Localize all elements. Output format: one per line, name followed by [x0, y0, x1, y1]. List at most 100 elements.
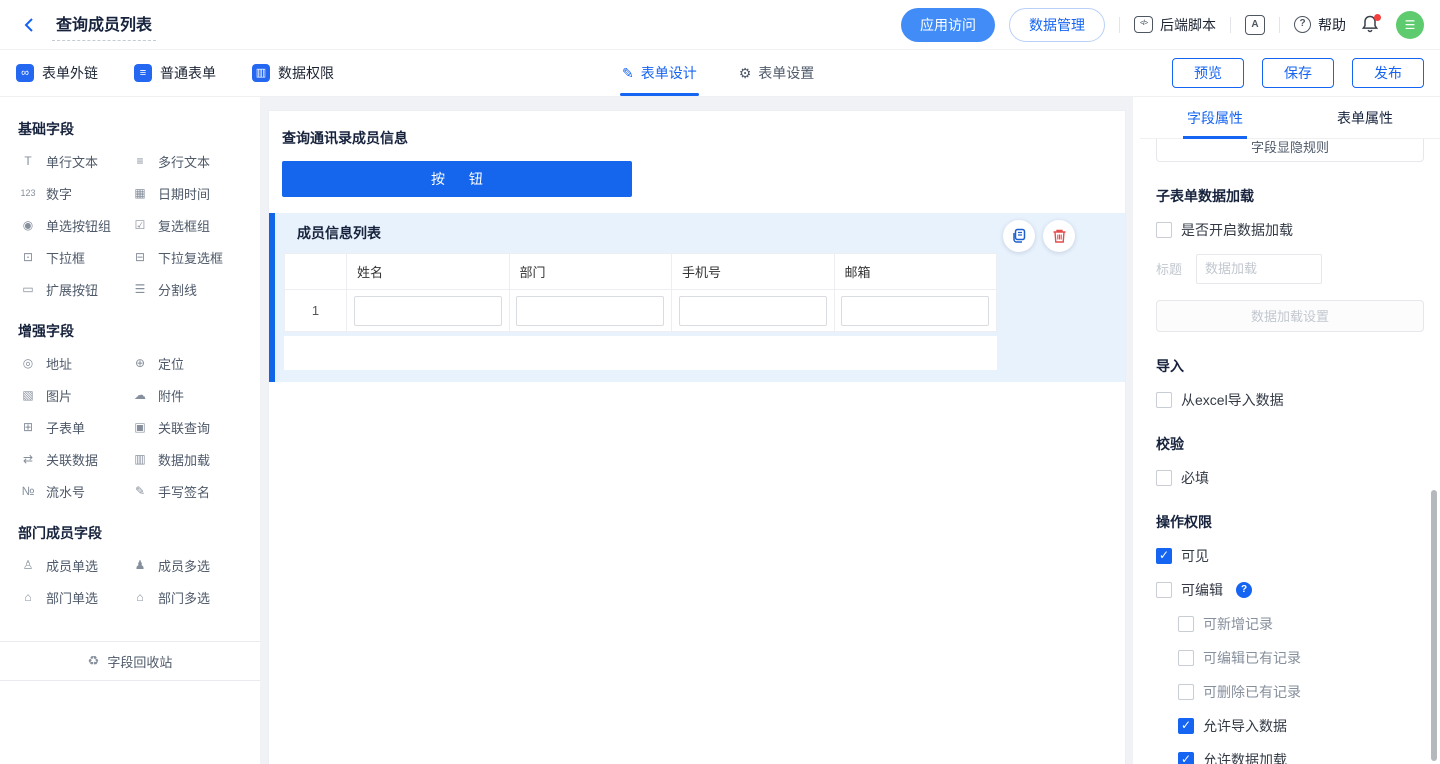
palette-item-address[interactable]: ◎地址: [18, 347, 130, 379]
palette-item-serial-number[interactable]: № 流水号: [18, 475, 130, 507]
palette-item-radio-group[interactable]: ◉单选按钮组: [18, 209, 130, 241]
linked-data-icon: ⇄: [18, 452, 38, 466]
subform-field-selected[interactable]: 成员信息列表 姓名 部门 手机号 邮箱: [269, 213, 1125, 382]
i18n-icon[interactable]: A: [1245, 15, 1265, 35]
tab-form-design[interactable]: ✎ 表单设计: [622, 50, 697, 96]
app-access-button[interactable]: 应用访问: [901, 8, 995, 42]
avatar[interactable]: ☰: [1396, 11, 1424, 39]
form-design-icon: ✎: [622, 65, 634, 82]
backend-script-button[interactable]: </> 后端脚本: [1134, 15, 1216, 35]
button-field-label: 查询通讯录成员信息: [282, 128, 1112, 148]
palette-label: 流水号: [46, 482, 85, 501]
delete-field-button[interactable]: [1043, 220, 1075, 252]
checkbox-checked-icon[interactable]: [1156, 548, 1172, 564]
palette-item-checkbox-group[interactable]: ☑复选框组: [130, 209, 242, 241]
allow-import-checkbox-row[interactable]: 允许导入数据: [1178, 716, 1424, 736]
data-manage-button[interactable]: 数据管理: [1009, 8, 1105, 42]
field-recycle-bin-button[interactable]: ♻ 字段回收站: [0, 641, 260, 681]
phone-cell-input[interactable]: [679, 296, 827, 326]
form-external-link-label: 表单外链: [42, 63, 98, 83]
palette-item-divider[interactable]: ☰分割线: [130, 273, 242, 305]
palette-item-datetime[interactable]: ▦日期时间: [130, 177, 242, 209]
checkbox-icon[interactable]: [1156, 222, 1172, 238]
data-load-settings-button[interactable]: 数据加载设置: [1156, 300, 1424, 332]
publish-button[interactable]: 发布: [1352, 58, 1424, 88]
palette-item-single-text[interactable]: T单行文本: [18, 145, 130, 177]
checkbox-checked-icon[interactable]: [1178, 752, 1194, 764]
tab-form-settings[interactable]: ⚙ 表单设置: [739, 50, 815, 96]
form-action-button[interactable]: 按 钮: [282, 161, 632, 197]
preview-button[interactable]: 预览: [1172, 58, 1244, 88]
palette-label: 子表单: [46, 418, 85, 437]
panel-scrollbar-thumb[interactable]: [1431, 490, 1437, 761]
palette-item-member-multi[interactable]: ♟成员多选: [130, 549, 242, 581]
normal-form-button[interactable]: ≡ 普通表单: [134, 63, 216, 83]
allow-data-load-checkbox-row[interactable]: 允许数据加载: [1178, 750, 1424, 764]
form-toolbar: ∞ 表单外链 ≡ 普通表单 ▥ 数据权限 ✎ 表单设计 ⚙ 表单设置 预览 保存…: [0, 50, 1440, 97]
palette-item-location[interactable]: ⊕定位: [130, 347, 242, 379]
palette-item-number[interactable]: 123数字: [18, 177, 130, 209]
section-title-member-fields: 部门成员字段: [18, 523, 242, 543]
number-icon: 123: [18, 188, 38, 198]
palette-label: 多行文本: [158, 152, 210, 171]
page-title[interactable]: 查询成员列表: [52, 9, 156, 41]
data-permission-button[interactable]: ▥ 数据权限: [252, 63, 334, 83]
palette-item-multi-text[interactable]: ≡多行文本: [130, 145, 242, 177]
email-cell-input[interactable]: [841, 296, 989, 326]
palette-item-extend-button[interactable]: ▭扩展按钮: [18, 273, 130, 305]
can-add-record-checkbox-row[interactable]: 可新增记录: [1178, 614, 1424, 634]
row-index: 1: [285, 290, 347, 332]
help-button[interactable]: ? 帮助: [1294, 15, 1346, 35]
section-heading-import: 导入: [1156, 356, 1424, 376]
palette-item-attachment[interactable]: ☁附件: [130, 379, 242, 411]
checkbox-label: 可见: [1181, 546, 1209, 566]
field-visibility-rules-button[interactable]: 字段显隐规则: [1156, 139, 1424, 162]
checkbox-icon[interactable]: [1178, 650, 1194, 666]
palette-item-member-single[interactable]: ♙成员单选: [18, 549, 130, 581]
save-button[interactable]: 保存: [1262, 58, 1334, 88]
visible-checkbox-row[interactable]: 可见: [1156, 546, 1424, 566]
data-load-title-input[interactable]: [1196, 254, 1322, 284]
checkbox-label: 允许导入数据: [1203, 716, 1287, 736]
palette-label: 下拉复选框: [158, 248, 223, 267]
help-tooltip-icon[interactable]: ?: [1236, 582, 1252, 598]
enable-data-load-checkbox-row[interactable]: 是否开启数据加载: [1156, 220, 1424, 240]
palette-item-subform[interactable]: ⊞子表单: [18, 411, 130, 443]
copy-field-button[interactable]: [1003, 220, 1035, 252]
excel-import-checkbox-row[interactable]: 从excel导入数据: [1156, 390, 1424, 410]
palette-item-image[interactable]: ▧图片: [18, 379, 130, 411]
name-cell-input[interactable]: [354, 296, 502, 326]
checkbox-icon[interactable]: [1156, 392, 1172, 408]
checkbox-icon[interactable]: [1156, 582, 1172, 598]
notification-bell-icon[interactable]: [1360, 14, 1382, 36]
palette-item-dept-single[interactable]: ⌂部门单选: [18, 581, 130, 613]
can-delete-record-checkbox-row[interactable]: 可删除已有记录: [1178, 682, 1424, 702]
editable-checkbox-row[interactable]: 可编辑 ?: [1156, 580, 1424, 600]
checkbox-label: 是否开启数据加载: [1181, 220, 1293, 240]
code-icon: </>: [1134, 16, 1153, 33]
required-checkbox-row[interactable]: 必填: [1156, 468, 1424, 488]
dept-icon: ⌂: [18, 590, 38, 604]
tab-form-properties[interactable]: 表单属性: [1290, 97, 1440, 138]
checkbox-label: 从excel导入数据: [1181, 390, 1284, 410]
palette-label: 地址: [46, 354, 72, 373]
top-header: 查询成员列表 应用访问 数据管理 </> 后端脚本 A ? 帮助 ☰: [0, 0, 1440, 50]
palette-item-dropdown[interactable]: ⊡下拉框: [18, 241, 130, 273]
palette-item-data-load[interactable]: ▥数据加载: [130, 443, 242, 475]
checkbox-checked-icon[interactable]: [1178, 718, 1194, 734]
tab-field-properties[interactable]: 字段属性: [1140, 97, 1290, 138]
serial-icon: №: [18, 484, 38, 498]
form-external-link-button[interactable]: ∞ 表单外链: [16, 63, 98, 83]
dept-cell-input[interactable]: [516, 296, 664, 326]
checkbox-icon[interactable]: [1178, 616, 1194, 632]
recycle-icon: ♻: [88, 653, 100, 669]
palette-item-linked-data[interactable]: ⇄关联数据: [18, 443, 130, 475]
palette-item-dept-multi[interactable]: ⌂部门多选: [130, 581, 242, 613]
checkbox-icon[interactable]: [1156, 470, 1172, 486]
back-button[interactable]: [16, 11, 44, 39]
checkbox-icon[interactable]: [1178, 684, 1194, 700]
can-edit-record-checkbox-row[interactable]: 可编辑已有记录: [1178, 648, 1424, 668]
palette-item-dropdown-multi[interactable]: ⊟下拉复选框: [130, 241, 242, 273]
palette-item-signature[interactable]: ✎手写签名: [130, 475, 242, 507]
palette-item-linked-query[interactable]: ▣关联查询: [130, 411, 242, 443]
